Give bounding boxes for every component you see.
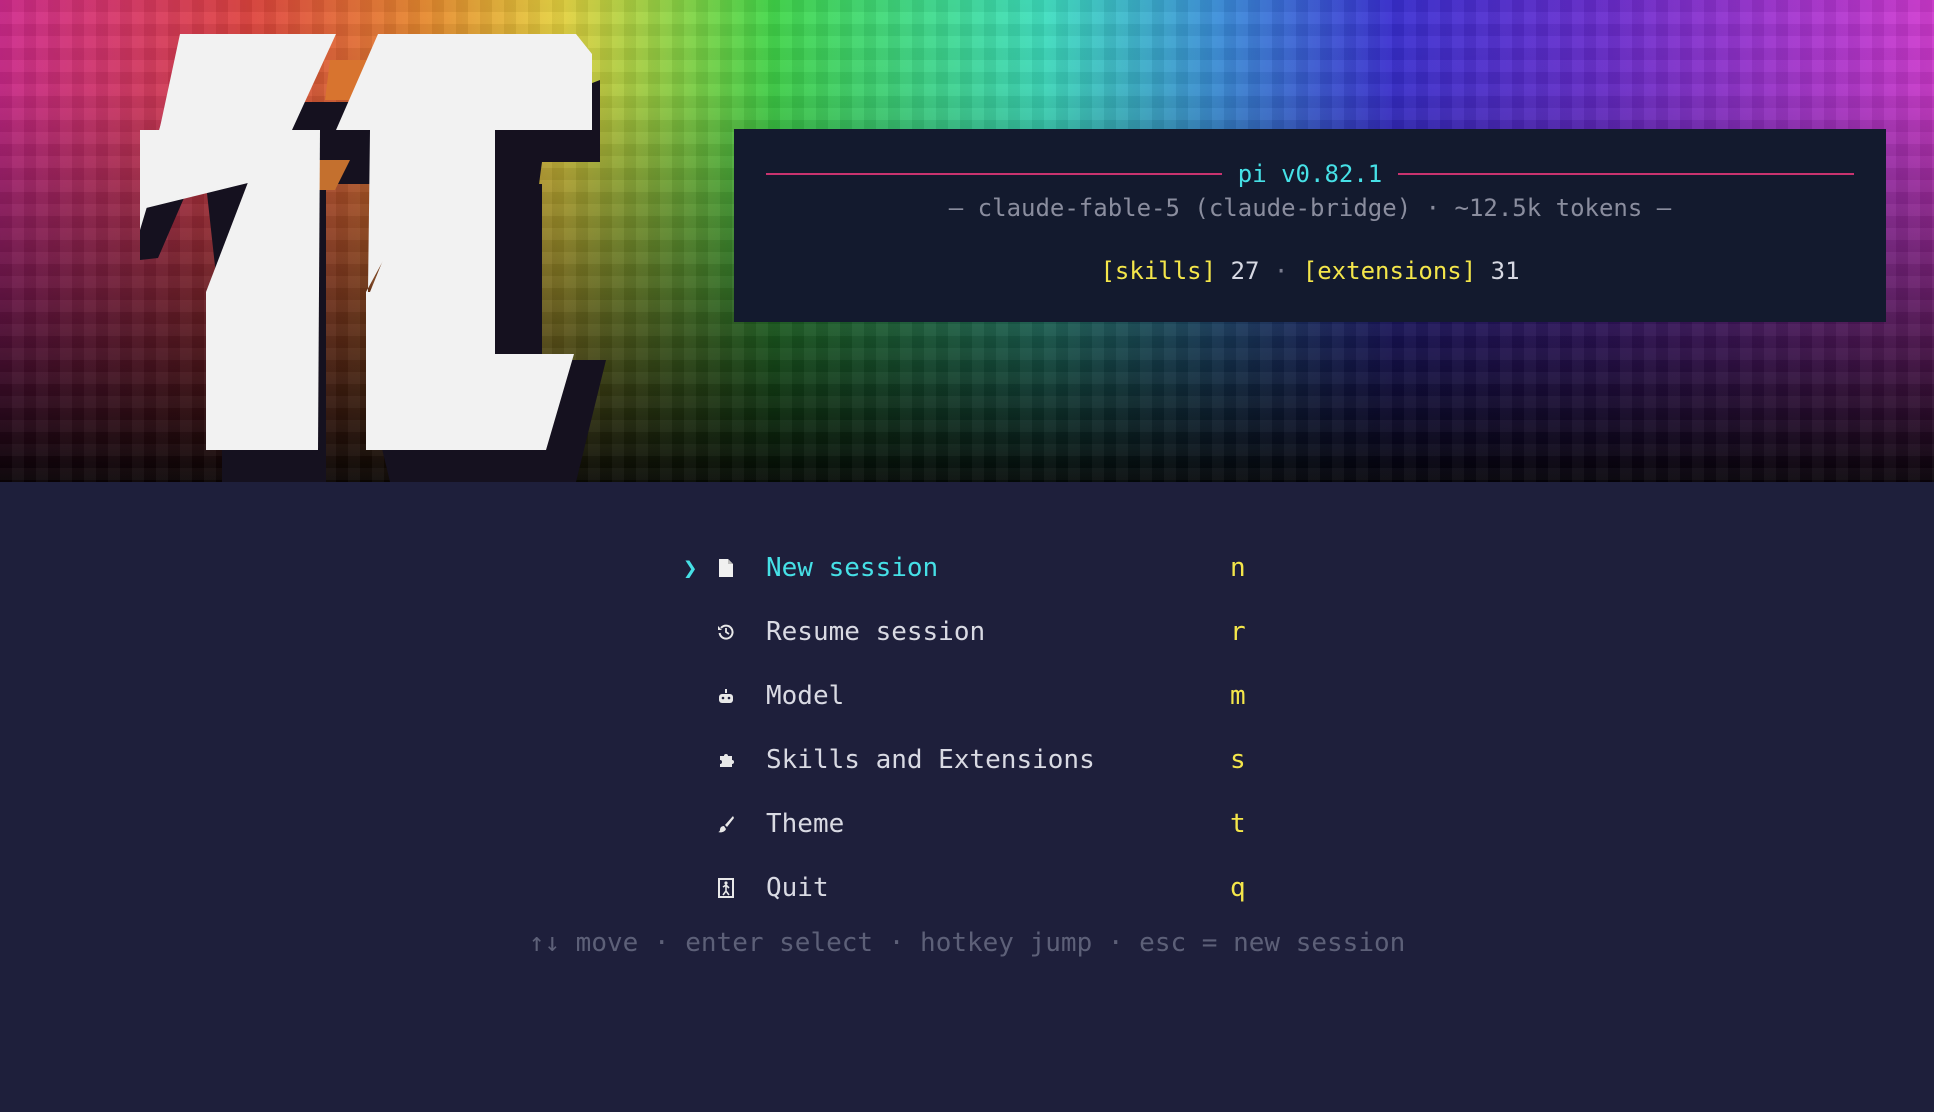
menu-item-resume-session[interactable]: Resume session r: [680, 600, 1280, 664]
app-title: pi v0.82.1: [1237, 160, 1383, 188]
menu-item-skills-and-extensions[interactable]: Skills and Extensions s: [680, 728, 1280, 792]
brush-icon: [716, 813, 736, 835]
pi-start-screen: pi v0.82.1 – claude-fable-5 (claude-brid…: [0, 0, 1934, 1112]
history-icon: [716, 621, 736, 643]
menu-item-quit[interactable]: Quit q: [680, 856, 1280, 920]
menu-item-label: New session: [766, 553, 939, 583]
stats-line: [skills] 27 · [extensions] 31: [734, 254, 1886, 288]
selection-cursor-icon: ❯: [683, 554, 698, 582]
menu-item-new-session[interactable]: ❯ New session n: [680, 536, 1280, 600]
menu-item-hotkey: r: [1230, 617, 1246, 647]
menu-item-label: Model: [766, 681, 845, 711]
title-rule-left: [766, 173, 1222, 175]
model-info: – claude-fable-5 (claude-bridge) · ~12.5…: [948, 194, 1672, 222]
main-menu: ❯ New session n Resume session r Model m: [680, 536, 1280, 920]
menu-item-theme[interactable]: Theme t: [680, 792, 1280, 856]
document-icon: [716, 557, 736, 579]
keyboard-hint: ↑↓ move · enter select · hotkey jump · e…: [528, 928, 1406, 958]
skills-count: 27: [1230, 257, 1260, 285]
title-row: pi v0.82.1: [766, 157, 1854, 191]
menu-item-hotkey: t: [1230, 809, 1246, 839]
puzzle-icon: [716, 749, 736, 771]
menu-item-label: Resume session: [766, 617, 986, 647]
menu-item-hotkey: n: [1230, 553, 1246, 583]
extensions-label: [extensions]: [1302, 257, 1477, 285]
menu-item-label: Skills and Extensions: [766, 745, 1095, 775]
robot-icon: [716, 685, 736, 707]
rainbow-banner: pi v0.82.1 – claude-fable-5 (claude-brid…: [0, 0, 1934, 482]
menu-item-hotkey: q: [1230, 873, 1246, 903]
title-rule-right: [1398, 173, 1854, 175]
menu-item-hotkey: s: [1230, 745, 1246, 775]
menu-item-label: Quit: [766, 873, 829, 903]
skills-label: [skills]: [1100, 257, 1217, 285]
menu-item-label: Theme: [766, 809, 845, 839]
exit-icon: [716, 877, 736, 899]
pi-logo: [140, 34, 606, 482]
session-info-box: pi v0.82.1 – claude-fable-5 (claude-brid…: [734, 129, 1886, 322]
extensions-count: 31: [1490, 257, 1520, 285]
stats-separator: ·: [1273, 257, 1289, 285]
menu-item-model[interactable]: Model m: [680, 664, 1280, 728]
menu-item-hotkey: m: [1230, 681, 1246, 711]
